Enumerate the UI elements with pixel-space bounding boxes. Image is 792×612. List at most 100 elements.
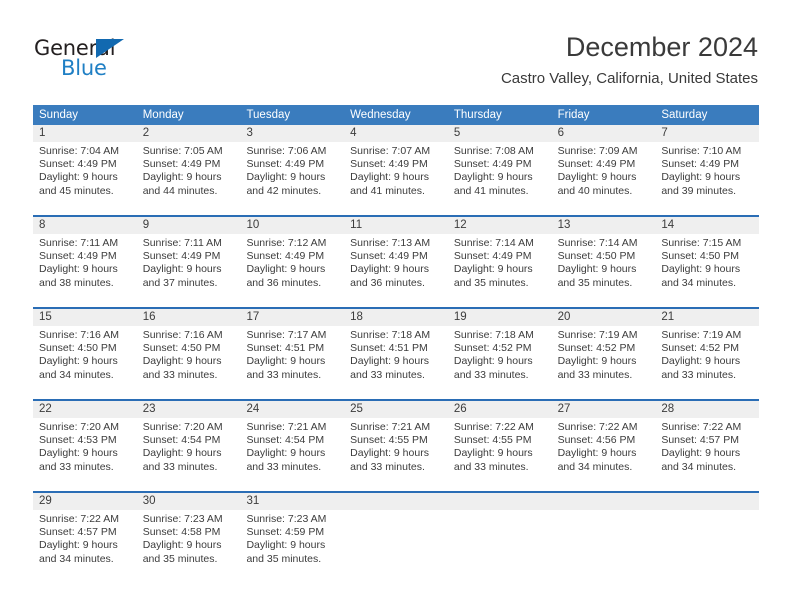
day-cell[interactable]: 30 Sunrise: 7:23 AM Sunset: 4:58 PM Dayl…: [137, 493, 241, 583]
day-number: 18: [350, 311, 363, 323]
week-row: 1 Sunrise: 7:04 AM Sunset: 4:49 PM Dayli…: [33, 125, 759, 215]
day-cell[interactable]: 6 Sunrise: 7:09 AM Sunset: 4:49 PM Dayli…: [552, 125, 656, 215]
page-subtitle: Castro Valley, California, United States: [500, 70, 758, 87]
sunset-text: Sunset: 4:49 PM: [39, 250, 117, 263]
day-cell[interactable]: 17 Sunrise: 7:17 AM Sunset: 4:51 PM Dayl…: [240, 309, 344, 399]
day-details: Sunrise: 7:20 AM Sunset: 4:54 PM Dayligh…: [143, 421, 241, 474]
weekday-header-wednesday: Wednesday: [350, 109, 411, 121]
sunrise-text: Sunrise: 7:17 AM: [246, 329, 327, 341]
day-cell[interactable]: 16 Sunrise: 7:16 AM Sunset: 4:50 PM Dayl…: [137, 309, 241, 399]
day-number: 7: [661, 127, 668, 139]
day-details: Sunrise: 7:23 AM Sunset: 4:59 PM Dayligh…: [246, 513, 344, 566]
day-cell[interactable]: 24 Sunrise: 7:21 AM Sunset: 4:54 PM Dayl…: [240, 401, 344, 491]
sunset-text: Sunset: 4:49 PM: [39, 158, 117, 171]
day-details: Sunrise: 7:08 AM Sunset: 4:49 PM Dayligh…: [454, 145, 552, 198]
sunrise-text: Sunrise: 7:20 AM: [39, 421, 119, 433]
sunset-text: Sunset: 4:52 PM: [661, 342, 739, 355]
daylight-text-cont: and 39 minutes.: [661, 184, 737, 197]
day-cell[interactable]: 12 Sunrise: 7:14 AM Sunset: 4:49 PM Dayl…: [448, 217, 552, 307]
day-number: 30: [142, 495, 156, 507]
sunrise-text: Sunrise: 7:04 AM: [39, 145, 119, 157]
daylight-text-cont: and 45 minutes.: [39, 184, 114, 197]
sunset-text: Sunset: 4:51 PM: [246, 342, 325, 355]
day-cell[interactable]: 27 Sunrise: 7:22 AM Sunset: 4:56 PM Dayl…: [552, 401, 656, 491]
daylight-text: Daylight: 9 hours: [246, 447, 326, 460]
day-details: Sunrise: 7:12 AM Sunset: 4:49 PM Dayligh…: [246, 237, 344, 290]
day-details: Sunrise: 7:22 AM Sunset: 4:55 PM Dayligh…: [454, 421, 552, 474]
sunset-text: Sunset: 4:54 PM: [246, 434, 325, 447]
daylight-text-cont: and 35 minutes.: [142, 552, 218, 565]
day-cell[interactable]: 10 Sunrise: 7:12 AM Sunset: 4:49 PM Dayl…: [240, 217, 344, 307]
day-number: 16: [142, 311, 156, 323]
day-cell[interactable]: 14 Sunrise: 7:15 AM Sunset: 4:50 PM Dayl…: [655, 217, 759, 307]
day-cell[interactable]: 7 Sunrise: 7:10 AM Sunset: 4:49 PM Dayli…: [655, 125, 759, 215]
daylight-text: Daylight: 9 hours: [39, 447, 118, 460]
sunrise-text: Sunrise: 7:22 AM: [453, 421, 534, 433]
day-cell[interactable]: 4 Sunrise: 7:07 AM Sunset: 4:49 PM Dayli…: [344, 125, 448, 215]
daylight-text: Daylight: 9 hours: [142, 263, 222, 276]
daylight-text-cont: and 33 minutes.: [557, 368, 633, 381]
day-cell[interactable]: 18 Sunrise: 7:18 AM Sunset: 4:51 PM Dayl…: [344, 309, 448, 399]
daylight-text-cont: and 33 minutes.: [246, 460, 322, 473]
general-blue-logo: General Blue: [34, 36, 214, 84]
day-cell[interactable]: 28 Sunrise: 7:22 AM Sunset: 4:57 PM Dayl…: [655, 401, 759, 491]
week-row: 15 Sunrise: 7:16 AM Sunset: 4:50 PM Dayl…: [33, 307, 759, 399]
day-cell[interactable]: 29 Sunrise: 7:22 AM Sunset: 4:57 PM Dayl…: [33, 493, 137, 583]
day-cell[interactable]: 1 Sunrise: 7:04 AM Sunset: 4:49 PM Dayli…: [33, 125, 137, 215]
sunrise-text: Sunrise: 7:23 AM: [142, 513, 223, 525]
day-cell[interactable]: 20 Sunrise: 7:19 AM Sunset: 4:52 PM Dayl…: [552, 309, 656, 399]
daylight-text: Daylight: 9 hours: [246, 355, 326, 368]
sunset-text: Sunset: 4:56 PM: [557, 434, 636, 447]
daylight-text: Daylight: 9 hours: [661, 171, 741, 184]
day-details: Sunrise: 7:07 AM Sunset: 4:49 PM Dayligh…: [350, 145, 448, 198]
day-cell[interactable]: 2 Sunrise: 7:05 AM Sunset: 4:49 PM Dayli…: [137, 125, 241, 215]
day-cell[interactable]: 23 Sunrise: 7:20 AM Sunset: 4:54 PM Dayl…: [137, 401, 241, 491]
day-cell[interactable]: 15 Sunrise: 7:16 AM Sunset: 4:50 PM Dayl…: [33, 309, 137, 399]
daylight-text: Daylight: 9 hours: [453, 447, 533, 460]
day-cell[interactable]: 26 Sunrise: 7:22 AM Sunset: 4:55 PM Dayl…: [448, 401, 552, 491]
day-cell[interactable]: 11 Sunrise: 7:13 AM Sunset: 4:49 PM Dayl…: [344, 217, 448, 307]
daylight-text: Daylight: 9 hours: [142, 171, 222, 184]
daylight-text: Daylight: 9 hours: [350, 355, 429, 368]
day-details: Sunrise: 7:21 AM Sunset: 4:55 PM Dayligh…: [350, 421, 448, 474]
day-cell[interactable]: 19 Sunrise: 7:18 AM Sunset: 4:52 PM Dayl…: [448, 309, 552, 399]
sunset-text: Sunset: 4:55 PM: [350, 434, 428, 447]
sunrise-text: Sunrise: 7:10 AM: [661, 145, 742, 157]
day-cell[interactable]: 3 Sunrise: 7:06 AM Sunset: 4:49 PM Dayli…: [240, 125, 344, 215]
sunset-text: Sunset: 4:53 PM: [39, 434, 117, 447]
sunrise-text: Sunrise: 7:06 AM: [246, 145, 327, 157]
sunrise-text: Sunrise: 7:22 AM: [557, 421, 638, 433]
daylight-text: Daylight: 9 hours: [246, 263, 326, 276]
daylight-text: Daylight: 9 hours: [453, 355, 533, 368]
daylight-text: Daylight: 9 hours: [557, 355, 637, 368]
daylight-text-cont: and 34 minutes.: [661, 276, 737, 289]
day-cell[interactable]: 8 Sunrise: 7:11 AM Sunset: 4:49 PM Dayli…: [33, 217, 137, 307]
sunset-text: Sunset: 4:49 PM: [246, 158, 325, 171]
day-cell[interactable]: 13 Sunrise: 7:14 AM Sunset: 4:50 PM Dayl…: [552, 217, 656, 307]
sunrise-text: Sunrise: 7:20 AM: [142, 421, 223, 433]
day-number: 29: [39, 495, 52, 507]
daylight-text-cont: and 42 minutes.: [246, 184, 322, 197]
daylight-text-cont: and 33 minutes.: [142, 368, 218, 381]
day-cell[interactable]: 21 Sunrise: 7:19 AM Sunset: 4:52 PM Dayl…: [655, 309, 759, 399]
day-number: 20: [557, 311, 571, 323]
daylight-text-cont: and 41 minutes.: [350, 184, 425, 197]
daylight-text: Daylight: 9 hours: [39, 263, 118, 276]
day-number: 3: [246, 127, 253, 139]
day-number: 17: [246, 311, 260, 323]
sunset-text: Sunset: 4:55 PM: [453, 434, 532, 447]
day-cell[interactable]: 25 Sunrise: 7:21 AM Sunset: 4:55 PM Dayl…: [344, 401, 448, 491]
daylight-text-cont: and 33 minutes.: [453, 368, 529, 381]
day-details: Sunrise: 7:09 AM Sunset: 4:49 PM Dayligh…: [558, 145, 656, 198]
weekday-header-sunday: Sunday: [39, 109, 79, 121]
sunset-text: Sunset: 4:49 PM: [661, 158, 739, 171]
day-cell[interactable]: 31 Sunrise: 7:23 AM Sunset: 4:59 PM Dayl…: [240, 493, 344, 583]
daylight-text: Daylight: 9 hours: [557, 263, 637, 276]
day-cell[interactable]: 5 Sunrise: 7:08 AM Sunset: 4:49 PM Dayli…: [448, 125, 552, 215]
calendar-grid: Sunday Monday Tuesday Wednesday Thursday…: [33, 105, 759, 583]
day-cell[interactable]: 9 Sunrise: 7:11 AM Sunset: 4:49 PM Dayli…: [137, 217, 241, 307]
day-number: 5: [453, 127, 461, 139]
week-row: 29 Sunrise: 7:22 AM Sunset: 4:57 PM Dayl…: [33, 491, 759, 583]
daylight-text: Daylight: 9 hours: [350, 447, 429, 460]
day-cell[interactable]: 22 Sunrise: 7:20 AM Sunset: 4:53 PM Dayl…: [33, 401, 137, 491]
